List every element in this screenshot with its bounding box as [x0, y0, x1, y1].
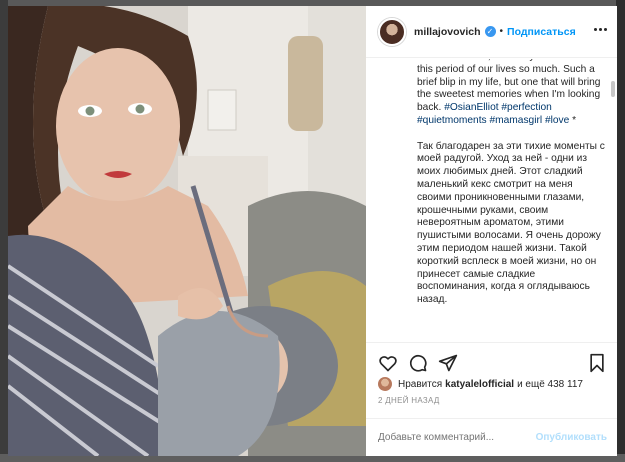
- caption-star: *: [569, 114, 577, 126]
- share-icon[interactable]: [438, 353, 458, 373]
- post-modal: millajovovich ✓ • Подписаться incredible…: [0, 0, 625, 462]
- caption-russian: Так благодарен за эти тихие моменты с мо…: [417, 140, 605, 306]
- more-icon[interactable]: [594, 28, 607, 31]
- verified-badge-icon: ✓: [484, 26, 496, 37]
- caption-text: incredible scent, that fluffy hair. I tr…: [417, 59, 607, 320]
- post-photo[interactable]: [8, 6, 366, 456]
- publish-button[interactable]: Опубликовать: [536, 432, 607, 443]
- likes-prefix: Нравится: [398, 378, 443, 390]
- comment-bar: Опубликовать: [366, 418, 617, 456]
- likes-summary: Нравится katyalelofficial и ещё 438 117: [378, 376, 583, 392]
- liker-username[interactable]: katyalelofficial: [445, 379, 514, 390]
- likes-count[interactable]: и ещё 438 117: [517, 379, 583, 390]
- post-side-panel: millajovovich ✓ • Подписаться incredible…: [366, 6, 617, 456]
- header-separator: •: [499, 26, 504, 37]
- follow-button[interactable]: Подписаться: [507, 26, 576, 38]
- liker-avatar[interactable]: [378, 377, 392, 391]
- post-header: millajovovich ✓ • Подписаться: [366, 6, 617, 58]
- caption-scroll-area[interactable]: incredible scent, that fluffy hair. I tr…: [366, 59, 617, 340]
- post-date[interactable]: 2 ДНЕЙ НАЗАД: [378, 396, 440, 405]
- comment-icon[interactable]: [408, 353, 428, 373]
- backdrop-right-edge: [616, 0, 625, 462]
- caption-scrollbar[interactable]: [611, 81, 615, 97]
- author-avatar[interactable]: [378, 17, 406, 46]
- bookmark-icon[interactable]: [587, 353, 607, 373]
- backdrop-left-edge: [0, 0, 8, 462]
- post-photo-image: [8, 6, 366, 456]
- comment-input[interactable]: [378, 432, 528, 443]
- author-username[interactable]: millajovovich: [414, 26, 481, 38]
- heart-icon[interactable]: [378, 353, 398, 373]
